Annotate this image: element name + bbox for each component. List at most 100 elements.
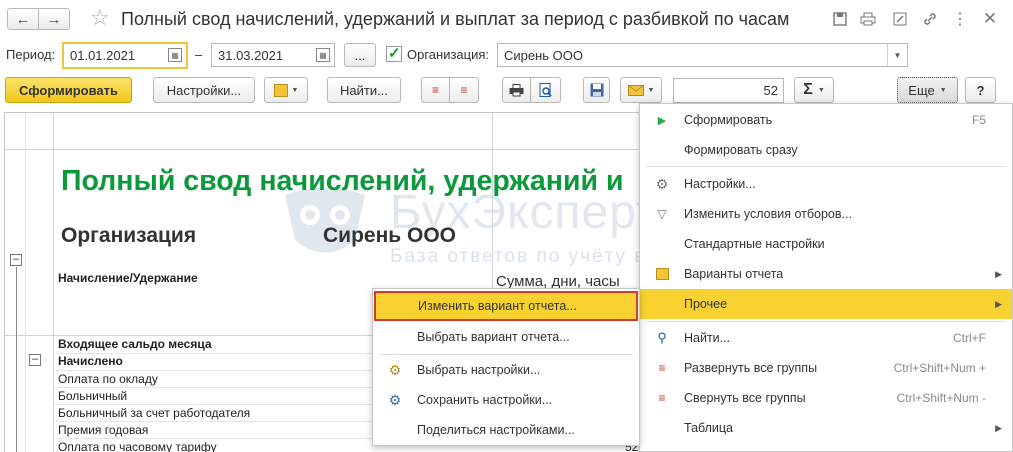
save-settings-icon: ⚙ [388,391,402,408]
menu-item-settings[interactable]: ⚙ Настройки... [640,169,1012,199]
expand-groups-button[interactable]: ≡ [421,77,450,103]
table-row: Премия годовая [58,423,149,437]
date-to-value: 31.03.2021 [218,47,284,63]
report-variants-icon [654,266,670,282]
forward-button[interactable]: → [38,8,70,30]
help-button[interactable]: ? [965,77,996,103]
report-title: Полный свод начислений, удержаний и [61,165,624,197]
window-title: Полный свод начислений, удержаний и выпл… [121,9,790,29]
date-to-field[interactable]: 31.03.2021 ▦ [211,43,335,67]
menu-item-other[interactable]: Прочее ▶ [640,289,1012,319]
link-icon[interactable] [920,9,940,29]
group-line [16,267,17,452]
envelope-icon [627,84,644,96]
search-icon: ⚲ [657,330,667,345]
settings-button[interactable]: Настройки... [153,77,255,103]
checkmark-icon: ✓ [388,45,401,62]
grid-line [25,113,26,452]
calendar-icon[interactable]: ▦ [168,48,182,62]
menu-separator [646,166,1006,167]
submenu-arrow-icon: ▶ [995,422,1002,433]
collapse-groups-icon: ≡ [460,83,468,97]
table-row: Оплата по часовому тарифу [58,440,217,452]
submenu-item-share-settings[interactable]: Поделиться настройками... [373,415,639,445]
printer-icon [509,83,524,96]
sigma-icon: Σ [803,81,813,98]
sum-field[interactable]: 52 [673,78,784,103]
grid-line [5,149,645,150]
submenu-item-select-variant[interactable]: Выбрать вариант отчета... [373,322,639,352]
table-row: Оплата по окладу [58,372,158,386]
expand-groups-icon: ≡ [431,83,439,97]
dropdown-arrow-icon: ▼ [887,44,907,66]
sum-type-button[interactable]: Σ ▼ [794,77,834,103]
table-row: Больничный [58,389,128,403]
collapse-groups-button[interactable]: ≡ [449,77,479,103]
grid-line [53,421,373,422]
org-checkbox[interactable]: ✓ [386,45,402,62]
dropdown-arrow-icon: ▼ [291,86,299,94]
period-select-button[interactable]: ... [344,43,376,67]
submenu-arrow-icon: ▶ [995,298,1002,309]
menu-item-report-variants[interactable]: Варианты отчета ▶ [640,259,1012,289]
other-submenu: Изменить вариант отчета... Выбрать вариа… [372,288,640,446]
print-button[interactable] [502,77,531,103]
dropdown-arrow-icon: ▼ [647,86,655,94]
table-row: Входящее сальдо месяца [58,337,212,351]
play-icon: ▶ [657,114,667,127]
menu-item-expand-groups[interactable]: ≡ Развернуть все группы Ctrl+Shift+Num + [640,353,1012,383]
table-row: Начислено [58,354,123,368]
load-settings-icon: ⚙ [388,361,402,378]
menu-item-generate-immediately[interactable]: Формировать сразу [640,135,1012,165]
org-caption: Организация [61,224,197,247]
accrual-column-header: Начисление/Удержание [58,271,198,285]
menu-separator [646,321,1006,322]
arrow-right-icon: → [46,10,62,28]
dropdown-arrow-icon: ▼ [817,86,825,94]
back-button[interactable]: ← [7,8,39,30]
menu-item-table[interactable]: Таблица ▶ [640,413,1012,443]
report-variants-icon [273,83,288,97]
submenu-item-change-variant[interactable]: Изменить вариант отчета... [374,291,638,321]
print-preview-button[interactable] [530,77,561,103]
table-row: Больничный за счет работодателя [58,406,251,420]
find-button[interactable]: Найти... [327,77,401,103]
variants-button[interactable]: ▼ [264,77,308,103]
menu-item-find[interactable]: ⚲ Найти... Ctrl+F [640,323,1012,353]
date-from-field[interactable]: 01.01.2021 ▦ [62,42,188,69]
settings-gear-icon: ⚙ [655,175,669,192]
edit-icon[interactable] [890,9,910,29]
group-collapse-toggle[interactable]: – [29,354,41,366]
grid-line [53,387,373,388]
star-icon[interactable]: ☆ [90,6,110,30]
dropdown-arrow-icon: ▼ [939,86,947,94]
org-select[interactable]: Сирень ООО ▼ [497,43,908,67]
send-email-button[interactable]: ▼ [620,77,662,103]
submenu-item-save-settings[interactable]: ⚙ Сохранить настройки... [373,385,639,415]
save-icon[interactable] [830,9,850,29]
close-icon[interactable]: ✕ [980,9,1000,29]
more-dots-icon[interactable]: ⋮ [950,9,970,29]
generate-button[interactable]: Сформировать [5,77,132,103]
menu-item-standard-settings[interactable]: Стандартные настройки [640,229,1012,259]
expand-groups-icon: ≡ [658,361,666,375]
group-collapse-toggle[interactable]: – [10,254,22,266]
grid-line [53,404,373,405]
arrow-left-icon: ← [15,10,31,28]
floppy-icon [590,83,603,97]
submenu-arrow-icon: ▶ [995,268,1002,279]
calendar-icon[interactable]: ▦ [316,48,330,62]
save-button[interactable] [583,77,610,103]
print-icon[interactable] [858,9,878,29]
preview-icon [539,82,552,97]
period-dash: – [195,47,203,62]
submenu-item-select-settings[interactable]: ⚙ Выбрать настройки... [373,355,639,385]
grid-line [53,353,373,354]
menu-item-change-filters[interactable]: ▽ Изменить условия отборов... [640,199,1012,229]
org-caption-value: Сирень ООО [323,224,457,247]
date-from-value: 01.01.2021 [70,48,136,63]
more-button[interactable]: Еще ▼ [897,77,958,103]
sum-value: 52 [763,83,778,98]
menu-item-collapse-groups[interactable]: ≡ Свернуть все группы Ctrl+Shift+Num - [640,383,1012,413]
menu-item-generate[interactable]: ▶ Сформировать F5 [640,105,1012,135]
